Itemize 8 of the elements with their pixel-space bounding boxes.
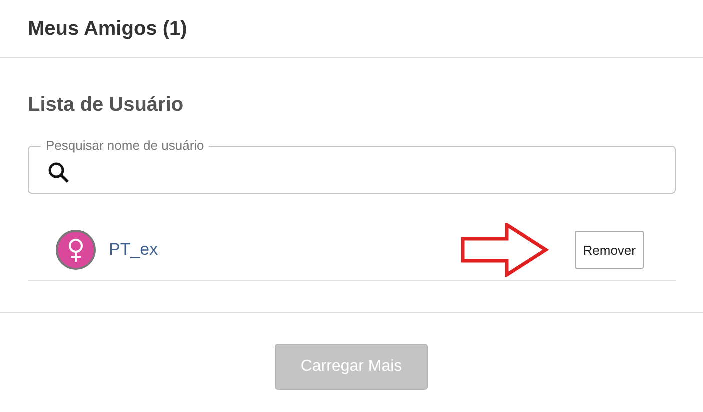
search-icon — [47, 160, 71, 184]
username-link[interactable]: PT_ex — [109, 240, 158, 260]
page-title: Meus Amigos (1) — [28, 17, 188, 42]
search-field[interactable]: Pesquisar nome de usuário — [28, 138, 676, 194]
field-label: Pesquisar nome de usuário — [45, 138, 206, 154]
avatar-icon — [56, 230, 96, 270]
section-title: Lista de Usuário — [28, 93, 185, 118]
remove-button[interactable]: Remover — [575, 231, 644, 269]
